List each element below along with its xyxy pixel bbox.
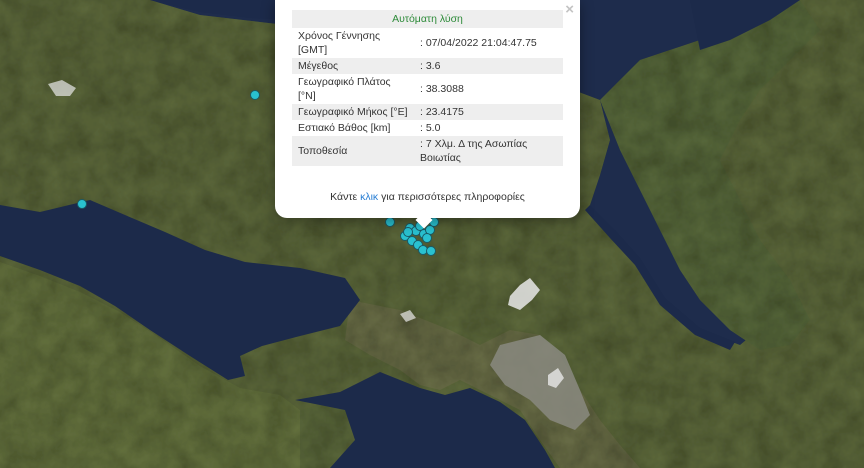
info-value: : 23.4175 xyxy=(414,104,563,120)
info-value: : 07/04/2022 21:04:47.75 xyxy=(420,37,537,49)
more-info-prefix: Κάντε xyxy=(330,191,361,203)
more-info-suffix: για περισσότερες πληροφορίες xyxy=(378,191,525,203)
more-info-text: Κάντε κλικ για περισσότερες πληροφορίες xyxy=(275,191,580,203)
earthquake-marker[interactable] xyxy=(403,227,413,237)
info-label: Χρόνος Γέννησης [GMT] xyxy=(298,30,381,56)
info-value: : 3.6 xyxy=(414,58,563,74)
info-value: : 5.0 xyxy=(420,122,441,134)
earthquake-marker[interactable] xyxy=(385,217,395,227)
earthquake-marker[interactable] xyxy=(77,199,87,209)
info-row-location: Τοποθεσία : 7 Χλμ. Δ της Ασωπίας Βοιωτία… xyxy=(292,136,563,166)
info-label: Μέγεθος xyxy=(292,58,414,74)
earthquake-info-popup: × Αυτόματη λύση Χρόνος Γέννησης [GMT] : … xyxy=(275,0,580,229)
earthquake-marker[interactable] xyxy=(250,90,260,100)
info-row-magnitude: Μέγεθος : 3.6 xyxy=(292,58,563,74)
info-label: Γεωγραφικό Μήκος [°E] xyxy=(292,104,414,120)
earthquake-info-table: Αυτόματη λύση Χρόνος Γέννησης [GMT] : 07… xyxy=(292,10,563,166)
popup-title: Αυτόματη λύση xyxy=(292,10,563,28)
info-label: Γεωγραφικό Πλάτος [°N] xyxy=(298,76,391,102)
more-info-link[interactable]: κλικ xyxy=(360,191,378,203)
info-row-origin-time: Χρόνος Γέννησης [GMT] : 07/04/2022 21:04… xyxy=(292,28,563,58)
info-value: : 38.3088 xyxy=(420,83,464,95)
close-icon[interactable]: × xyxy=(565,2,574,18)
earthquake-marker[interactable] xyxy=(426,246,436,256)
earthquake-marker[interactable] xyxy=(422,233,432,243)
info-row-longitude: Γεωγραφικό Μήκος [°E] : 23.4175 xyxy=(292,104,563,120)
info-row-depth: Εστιακό Βάθος [km] : 5.0 xyxy=(292,120,563,136)
info-row-latitude: Γεωγραφικό Πλάτος [°N] : 38.3088 xyxy=(292,74,563,104)
info-value: : 7 Χλμ. Δ της Ασωπίας Βοιωτίας xyxy=(414,136,563,166)
info-label: Εστιακό Βάθος [km] xyxy=(298,122,391,134)
popup-title-row: Αυτόματη λύση xyxy=(292,10,563,28)
info-label: Τοποθεσία xyxy=(292,136,414,166)
